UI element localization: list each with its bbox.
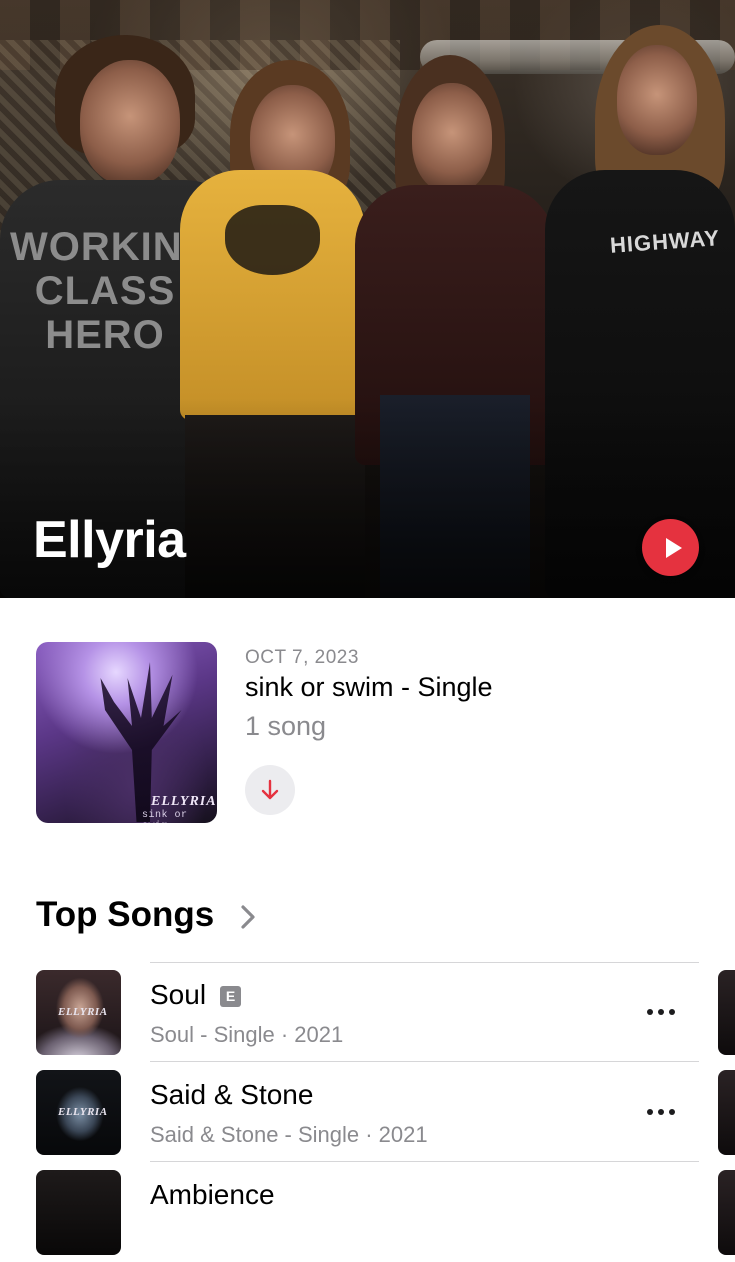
ellipsis-icon <box>647 1109 653 1115</box>
release-artwork[interactable]: ELLYRIA sink or swim <box>36 642 217 823</box>
release-art-subtitle: sink or swim <box>142 810 188 823</box>
song-artwork <box>36 1170 121 1255</box>
top-songs-heading[interactable]: Top Songs <box>36 895 214 935</box>
song-meta: Soul - Single · 2021 <box>150 1022 344 1047</box>
song-artwork: ELLYRIA <box>36 970 121 1055</box>
song-meta: Said & Stone - Single · 2021 <box>150 1122 428 1147</box>
song-title: Soul <box>150 979 207 1010</box>
song-title: Said & Stone <box>150 1079 314 1110</box>
next-column-artwork <box>718 1070 735 1155</box>
artist-hero-image: WORKING CLASS HERO HIGHWAY Ellyria <box>0 0 735 598</box>
ellipsis-icon <box>647 1009 653 1015</box>
release-date: OCT 7, 2023 <box>245 647 359 668</box>
song-row-ambience[interactable]: Ambience <box>0 1162 735 1262</box>
song-art-logo: ELLYRIA <box>58 1006 108 1018</box>
more-options-button[interactable] <box>645 1107 677 1117</box>
explicit-badge: E <box>220 986 241 1007</box>
next-column-artwork <box>718 970 735 1055</box>
arrow-down-icon <box>261 779 279 800</box>
release-song-count: 1 song <box>245 711 327 741</box>
chevron-right-icon[interactable] <box>238 903 258 931</box>
song-row-said-and-stone[interactable]: ELLYRIA Said & Stone Said & Stone - Sing… <box>0 1062 735 1162</box>
more-options-button[interactable] <box>645 1007 677 1017</box>
release-art-logo: ELLYRIA <box>151 794 217 809</box>
song-art-logo: ELLYRIA <box>58 1106 108 1118</box>
song-artwork: ELLYRIA <box>36 1070 121 1155</box>
download-button[interactable] <box>245 765 295 815</box>
play-icon <box>666 538 682 558</box>
artist-name: Ellyria <box>33 511 186 569</box>
release-title[interactable]: sink or swim - Single <box>245 672 493 703</box>
song-title: Ambience <box>150 1179 275 1210</box>
play-button[interactable] <box>642 519 699 576</box>
next-column-artwork <box>718 1170 735 1255</box>
song-row-soul[interactable]: ELLYRIA Soul E Soul - Single · 2021 <box>0 962 735 1062</box>
shirt-print-highway: HIGHWAY <box>609 225 721 258</box>
